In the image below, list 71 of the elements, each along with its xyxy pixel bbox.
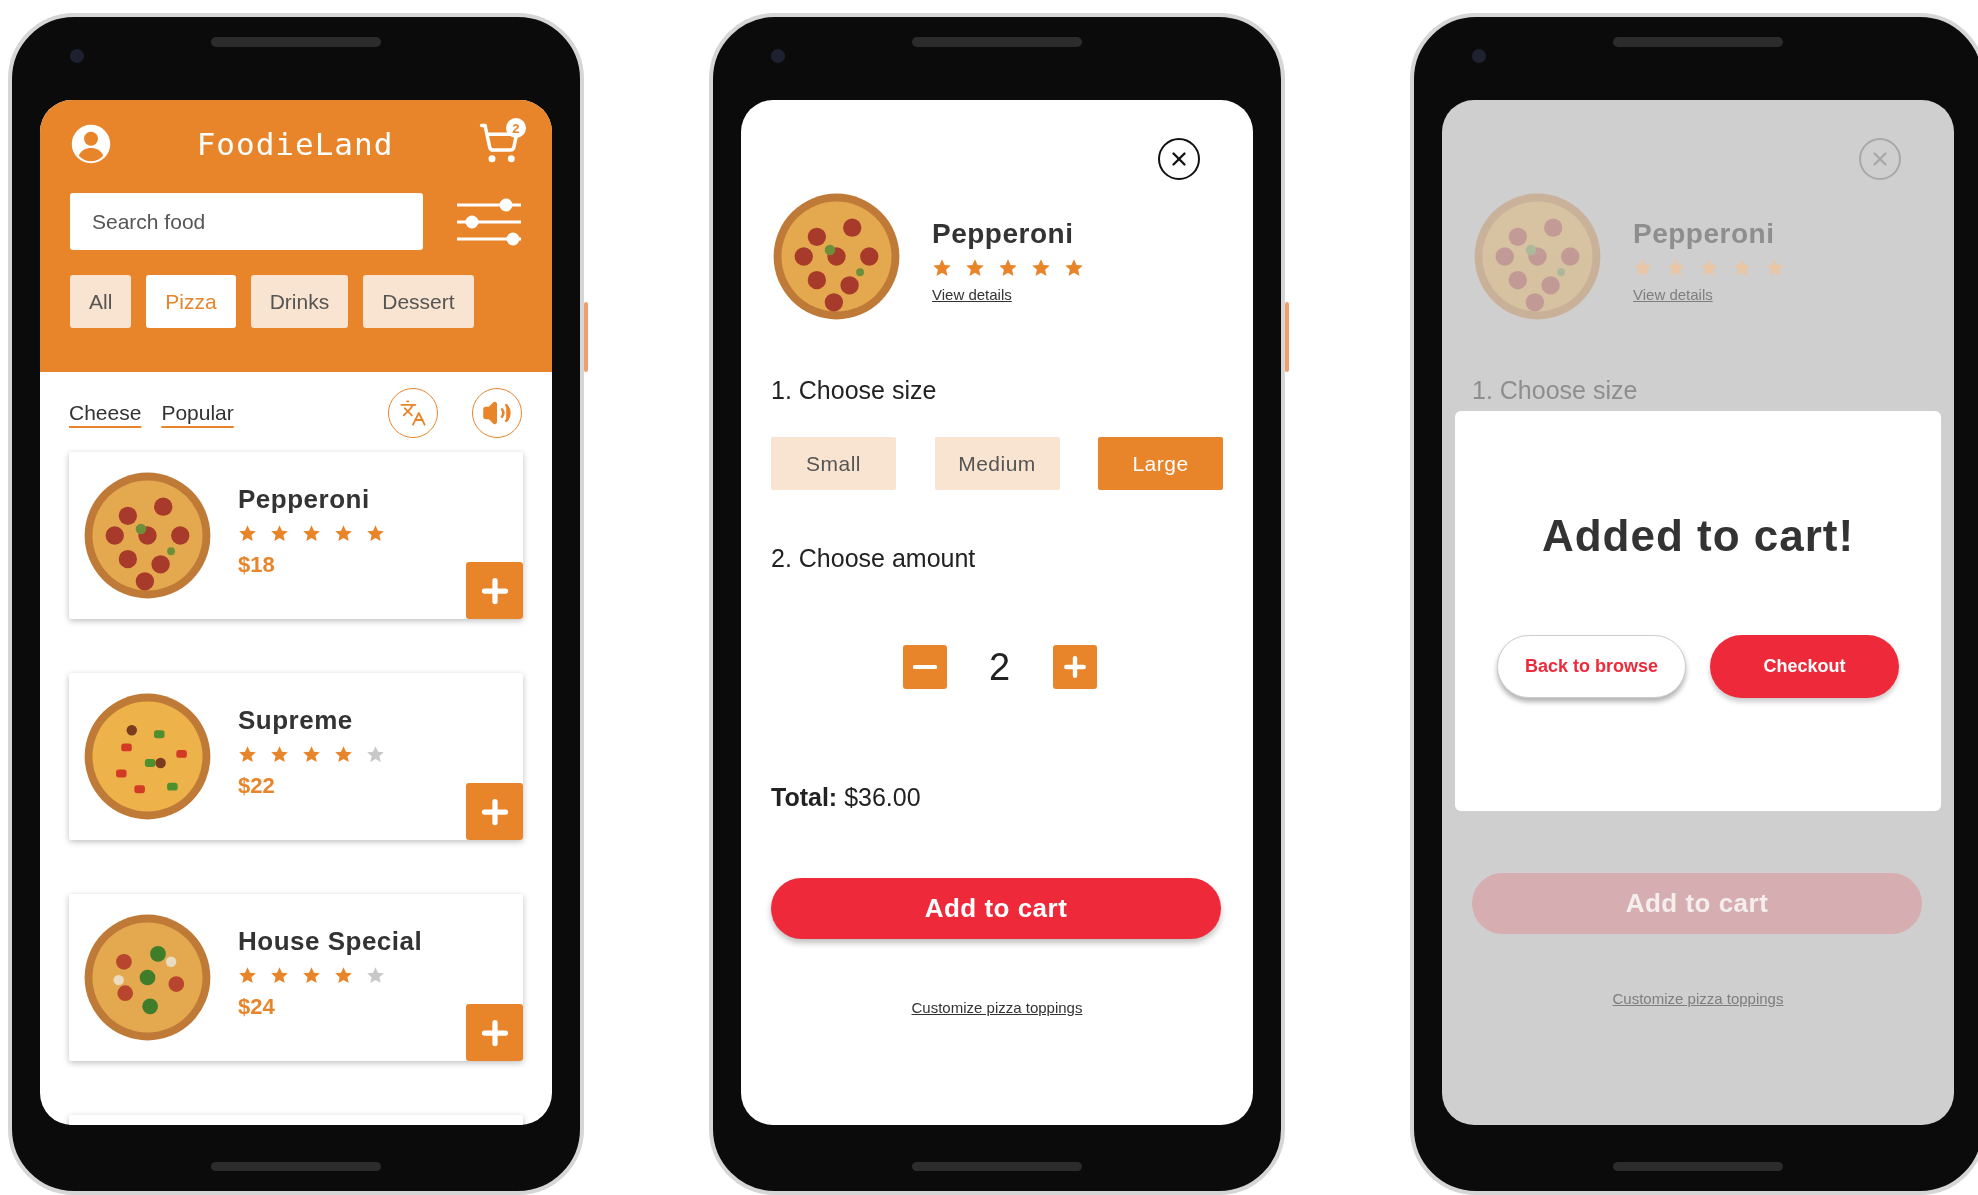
item-price: $24 bbox=[238, 994, 276, 1020]
star-icon bbox=[1031, 258, 1051, 278]
filter-icon[interactable] bbox=[456, 196, 522, 247]
add-button[interactable] bbox=[466, 562, 523, 619]
star-icon bbox=[270, 524, 289, 543]
add-button[interactable] bbox=[466, 783, 523, 840]
decrease-button[interactable] bbox=[902, 645, 947, 689]
tag-link[interactable]: Cheese bbox=[69, 401, 142, 425]
add-to-cart-button[interactable]: Add to cart bbox=[771, 878, 1221, 939]
product-name: Pepperoni bbox=[932, 218, 1075, 250]
view-details-link[interactable]: View details bbox=[932, 286, 1084, 303]
size-option[interactable]: Medium bbox=[934, 437, 1060, 490]
customize-link[interactable]: Customize pizza toppings bbox=[911, 999, 1083, 1016]
user-icon[interactable] bbox=[70, 123, 112, 165]
camera-lens bbox=[1472, 49, 1486, 63]
star-icon bbox=[334, 524, 353, 543]
search-field[interactable]: Search food bbox=[70, 193, 423, 250]
back-button[interactable]: Back to browse bbox=[1497, 635, 1686, 698]
star-icon bbox=[1064, 258, 1084, 278]
product-name: Pepperoni bbox=[1633, 218, 1776, 250]
dialog-message: Added to cart! bbox=[1541, 511, 1855, 561]
star-icon bbox=[334, 745, 353, 764]
star-icon bbox=[334, 966, 353, 985]
minus-icon bbox=[912, 665, 937, 669]
star-icon bbox=[302, 524, 321, 543]
size-heading: 1. Choose size bbox=[771, 376, 938, 405]
star-icon bbox=[366, 966, 385, 985]
category-tab[interactable]: All bbox=[70, 275, 132, 328]
size-option[interactable]: Small bbox=[771, 437, 896, 490]
app-title: FoodieLand bbox=[196, 126, 394, 162]
item-name: Pepperoni bbox=[238, 484, 371, 515]
tag-link[interactable]: Popular bbox=[161, 401, 234, 425]
star-icon bbox=[1666, 258, 1686, 278]
star-icon bbox=[1633, 258, 1653, 278]
camera-lens bbox=[70, 49, 84, 63]
food-card[interactable]: House Special $24 bbox=[69, 894, 523, 1061]
total-price: Total: $36.00 bbox=[771, 783, 922, 812]
checkout-button[interactable]: Checkout bbox=[1710, 635, 1899, 698]
close-button[interactable] bbox=[1158, 138, 1200, 180]
item-price: $22 bbox=[238, 773, 276, 799]
star-icon bbox=[1699, 258, 1719, 278]
add-button[interactable] bbox=[466, 1004, 523, 1061]
translate-icon[interactable] bbox=[388, 388, 438, 438]
star-icon bbox=[965, 258, 985, 278]
star-icon bbox=[270, 966, 289, 985]
amount-heading: 2. Choose amount bbox=[771, 544, 977, 573]
food-card[interactable]: Supreme $22 bbox=[69, 673, 523, 840]
star-icon bbox=[1765, 258, 1785, 278]
quantity: 2 bbox=[987, 645, 1012, 689]
star-icon bbox=[270, 745, 289, 764]
star-icon bbox=[238, 745, 257, 764]
star-icon bbox=[366, 524, 385, 543]
item-name: Supreme bbox=[238, 705, 354, 736]
star-icon bbox=[238, 524, 257, 543]
item-name: House Special bbox=[238, 926, 424, 957]
star-icon bbox=[238, 966, 257, 985]
item-price: $18 bbox=[238, 552, 276, 578]
star-icon bbox=[366, 745, 385, 764]
star-icon bbox=[932, 258, 952, 278]
star-icon bbox=[1732, 258, 1752, 278]
star-icon bbox=[998, 258, 1018, 278]
category-tab[interactable]: Drinks bbox=[250, 275, 349, 328]
star-icon bbox=[302, 966, 321, 985]
size-heading: 1. Choose size bbox=[1472, 376, 1639, 405]
star-icon bbox=[302, 745, 321, 764]
category-tab[interactable]: Dessert bbox=[363, 275, 474, 328]
food-card[interactable]: Pepperoni $18 bbox=[69, 452, 523, 619]
cart-count: 2 bbox=[506, 118, 526, 138]
camera-lens bbox=[771, 49, 785, 63]
increase-button[interactable] bbox=[1052, 645, 1097, 689]
speaker-icon[interactable] bbox=[472, 388, 522, 438]
